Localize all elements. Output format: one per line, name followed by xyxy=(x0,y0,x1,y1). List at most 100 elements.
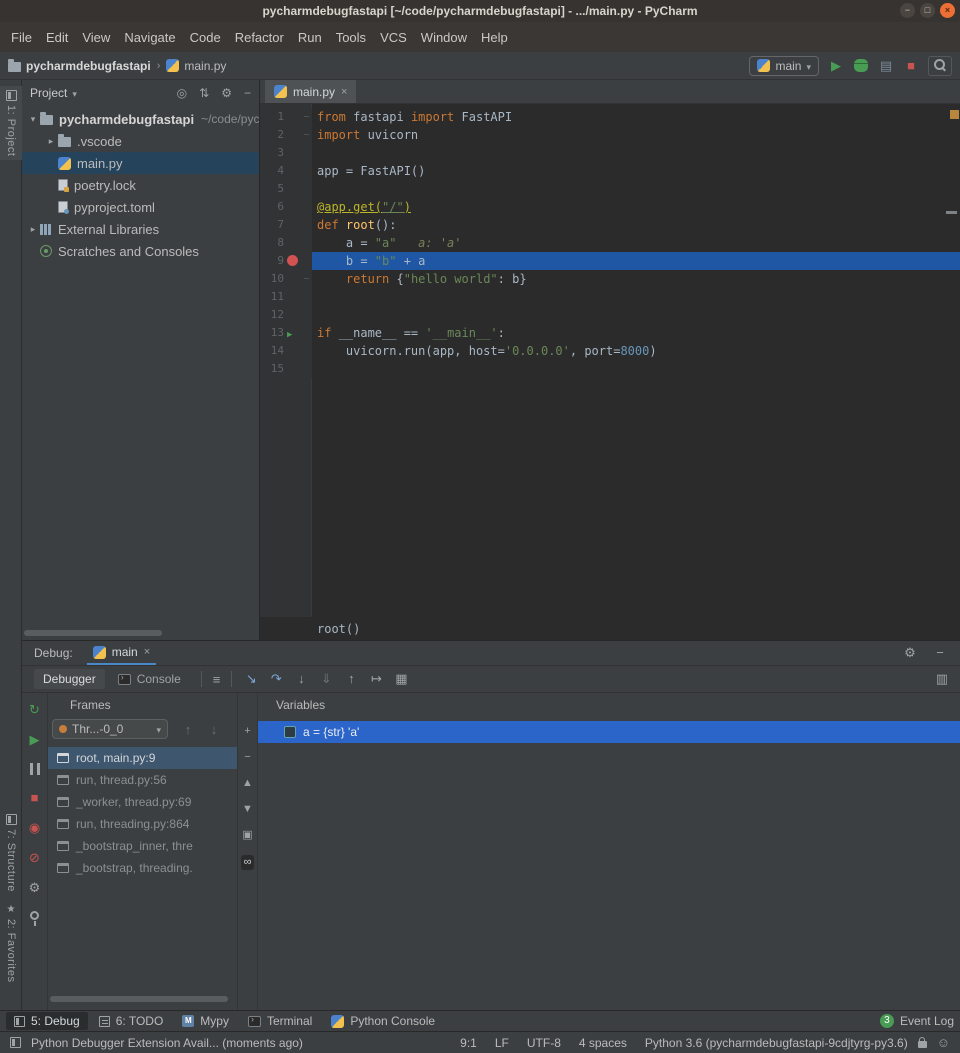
menu-item-help[interactable]: Help xyxy=(474,27,515,48)
coverage-icon[interactable]: ▤ xyxy=(879,59,893,73)
code-line-4[interactable]: 4app = FastAPI() xyxy=(260,162,960,180)
code-line-7[interactable]: 7def root(): xyxy=(260,216,960,234)
menu-item-run[interactable]: Run xyxy=(291,27,329,48)
close-icon[interactable]: × xyxy=(144,646,150,658)
pin-tab-icon[interactable] xyxy=(30,911,39,920)
force-step-into-icon[interactable]: ⇓ xyxy=(318,671,334,687)
toolwindow-tab-terminal[interactable]: Terminal xyxy=(240,1012,320,1030)
code-line-6[interactable]: 6@app.get("/") xyxy=(260,198,960,216)
menu-item-vcs[interactable]: VCS xyxy=(373,27,414,48)
run-line-icon[interactable]: ▶ xyxy=(284,324,301,342)
step-over-icon[interactable]: ↷ xyxy=(268,671,284,687)
debug-tab-console[interactable]: Console xyxy=(109,669,190,689)
code-line-8[interactable]: 8 a = "a" a: 'a' xyxy=(260,234,960,252)
tree-item-scratches-and-consoles[interactable]: Scratches and Consoles xyxy=(22,240,259,262)
close-icon[interactable]: × xyxy=(341,86,347,98)
breadcrumb-item-main-py[interactable]: main.py xyxy=(166,59,226,73)
status-item-utf-8[interactable]: UTF-8 xyxy=(527,1036,561,1050)
settings-icon[interactable]: ⚙ xyxy=(902,645,918,661)
context-breadcrumb[interactable]: root() xyxy=(317,622,360,636)
status-message[interactable]: Python Debugger Extension Avail... (mome… xyxy=(31,1036,303,1050)
code-line-11[interactable]: 11 xyxy=(260,288,960,306)
stripe-button-project[interactable]: 1: Project xyxy=(0,86,22,160)
menu-item-tools[interactable]: Tools xyxy=(329,27,373,48)
frame-item-bootstrap-inner-thre[interactable]: _bootstrap_inner, thre xyxy=(48,835,237,857)
code-line-5[interactable]: 5 xyxy=(260,180,960,198)
show-execution-point-icon[interactable]: ↘ xyxy=(243,671,259,687)
code-line-1[interactable]: 1–from fastapi import FastAPI xyxy=(260,108,960,126)
lock-icon[interactable] xyxy=(918,1041,927,1048)
hide-panel-icon[interactable]: − xyxy=(932,645,948,661)
tree-expand-icon[interactable]: ▸ xyxy=(26,224,40,235)
horizontal-scrollbar[interactable] xyxy=(24,630,162,636)
variable-row[interactable]: a = {str} 'a' xyxy=(258,721,960,743)
frame-item-worker-thread-py-69[interactable]: _worker, thread.py:69 xyxy=(48,791,237,813)
view-breakpoints-icon[interactable]: ◉ xyxy=(29,821,40,835)
frame-item-bootstrap-threading[interactable]: _bootstrap, threading. xyxy=(48,857,237,879)
code-line-15[interactable]: 15 xyxy=(260,360,960,378)
code-line-13[interactable]: 13▶if __name__ == '__main__': xyxy=(260,324,960,342)
step-out-icon[interactable]: ↑ xyxy=(343,671,359,687)
view-breakpoints-table-icon[interactable]: ▦ xyxy=(393,671,409,687)
tree-item-pyproject-toml[interactable]: pyproject.toml xyxy=(22,196,259,218)
previous-frame-icon[interactable]: ↑ xyxy=(180,722,196,737)
menu-item-refactor[interactable]: Refactor xyxy=(228,27,291,48)
debugger-settings-icon[interactable]: ⚙ xyxy=(29,881,41,895)
frame-item-root-main-py-9[interactable]: root, main.py:9 xyxy=(48,747,237,769)
maximize-button[interactable]: □ xyxy=(920,3,935,18)
status-item-9-1[interactable]: 9:1 xyxy=(460,1036,477,1050)
frame-item-run-threading-py-864[interactable]: run, threading.py:864 xyxy=(48,813,237,835)
menu-item-view[interactable]: View xyxy=(75,27,117,48)
resume-icon[interactable]: ▶ xyxy=(30,733,40,747)
tree-item-pycharmdebugfastapi[interactable]: ▾pycharmdebugfastapi~/code/pycharmdebugf… xyxy=(22,108,259,130)
project-panel-title[interactable]: Project xyxy=(30,86,67,100)
tree-expand-icon[interactable]: ▾ xyxy=(26,114,40,125)
stripe-button-structure[interactable]: 7: Structure xyxy=(0,810,22,896)
move-watch-up-icon[interactable]: ▲ xyxy=(242,777,253,790)
tree-item-poetry-lock[interactable]: poetry.lock xyxy=(22,174,259,196)
mute-breakpoints-icon[interactable]: ⊘ xyxy=(29,851,40,865)
debug-icon[interactable] xyxy=(854,59,868,72)
code-area[interactable]: 1–from fastapi import FastAPI2–import uv… xyxy=(260,104,960,617)
tool-window-toggle-icon[interactable] xyxy=(10,1037,21,1048)
code-line-12[interactable]: 12 xyxy=(260,306,960,324)
menu-item-file[interactable]: File xyxy=(4,27,39,48)
toolwindow-tab-5-debug[interactable]: 5: Debug xyxy=(6,1012,88,1030)
add-watch-icon[interactable]: + xyxy=(244,725,250,738)
remove-watch-icon[interactable]: − xyxy=(244,751,250,764)
toolwindow-tab-mypy[interactable]: Mypy xyxy=(174,1012,237,1030)
title-bar[interactable]: pycharmdebugfastapi [~/code/pycharmdebug… xyxy=(0,0,960,22)
minimize-button[interactable]: − xyxy=(900,3,915,18)
hector-inspections-icon[interactable]: ☺ xyxy=(937,1035,950,1050)
status-item-lf[interactable]: LF xyxy=(495,1036,509,1050)
toolwindow-tab-6-todo[interactable]: 6: TODO xyxy=(91,1012,172,1030)
code-line-14[interactable]: 14 uvicorn.run(app, host='0.0.0.0', port… xyxy=(260,342,960,360)
toolwindow-tab-python-console[interactable]: Python Console xyxy=(323,1012,443,1030)
breakpoint-icon[interactable] xyxy=(284,252,301,270)
run-config-selector[interactable]: main xyxy=(749,56,819,76)
options-menu-icon[interactable]: ≡ xyxy=(213,672,221,687)
tree-item-external-libraries[interactable]: ▸External Libraries xyxy=(22,218,259,240)
event-log-button[interactable]: 3 Event Log xyxy=(880,1014,954,1028)
tree-expand-icon[interactable]: ▸ xyxy=(44,136,58,147)
locate-file-icon[interactable]: ◎ xyxy=(177,86,187,100)
layout-settings-icon[interactable]: ▥ xyxy=(936,671,948,686)
menu-item-window[interactable]: Window xyxy=(414,27,474,48)
debug-session-tab[interactable]: main × xyxy=(87,641,156,665)
hide-panel-icon[interactable]: − xyxy=(244,86,251,100)
next-frame-icon[interactable]: ↓ xyxy=(206,722,222,737)
collapse-all-icon[interactable]: ⇅ xyxy=(199,86,209,100)
breadcrumb-item-pycharmdebugfastapi[interactable]: pycharmdebugfastapi xyxy=(8,59,151,73)
frame-item-run-thread-py-56[interactable]: run, thread.py:56 xyxy=(48,769,237,791)
rerun-icon[interactable]: ↻ xyxy=(29,703,40,717)
thread-selector[interactable]: Thr...-0_0 xyxy=(52,719,168,739)
editor-tab-main-py[interactable]: main.py × xyxy=(265,80,356,103)
horizontal-scrollbar[interactable] xyxy=(50,996,228,1002)
duplicate-watch-icon[interactable]: ▣ xyxy=(242,829,252,842)
code-line-3[interactable]: 3 xyxy=(260,144,960,162)
tree-item-vscode[interactable]: ▸.vscode xyxy=(22,130,259,152)
status-item-4-spaces[interactable]: 4 spaces xyxy=(579,1036,627,1050)
step-into-icon[interactable]: ↓ xyxy=(293,671,309,687)
menu-item-code[interactable]: Code xyxy=(183,27,228,48)
run-to-cursor-icon[interactable]: ↦ xyxy=(368,671,384,687)
